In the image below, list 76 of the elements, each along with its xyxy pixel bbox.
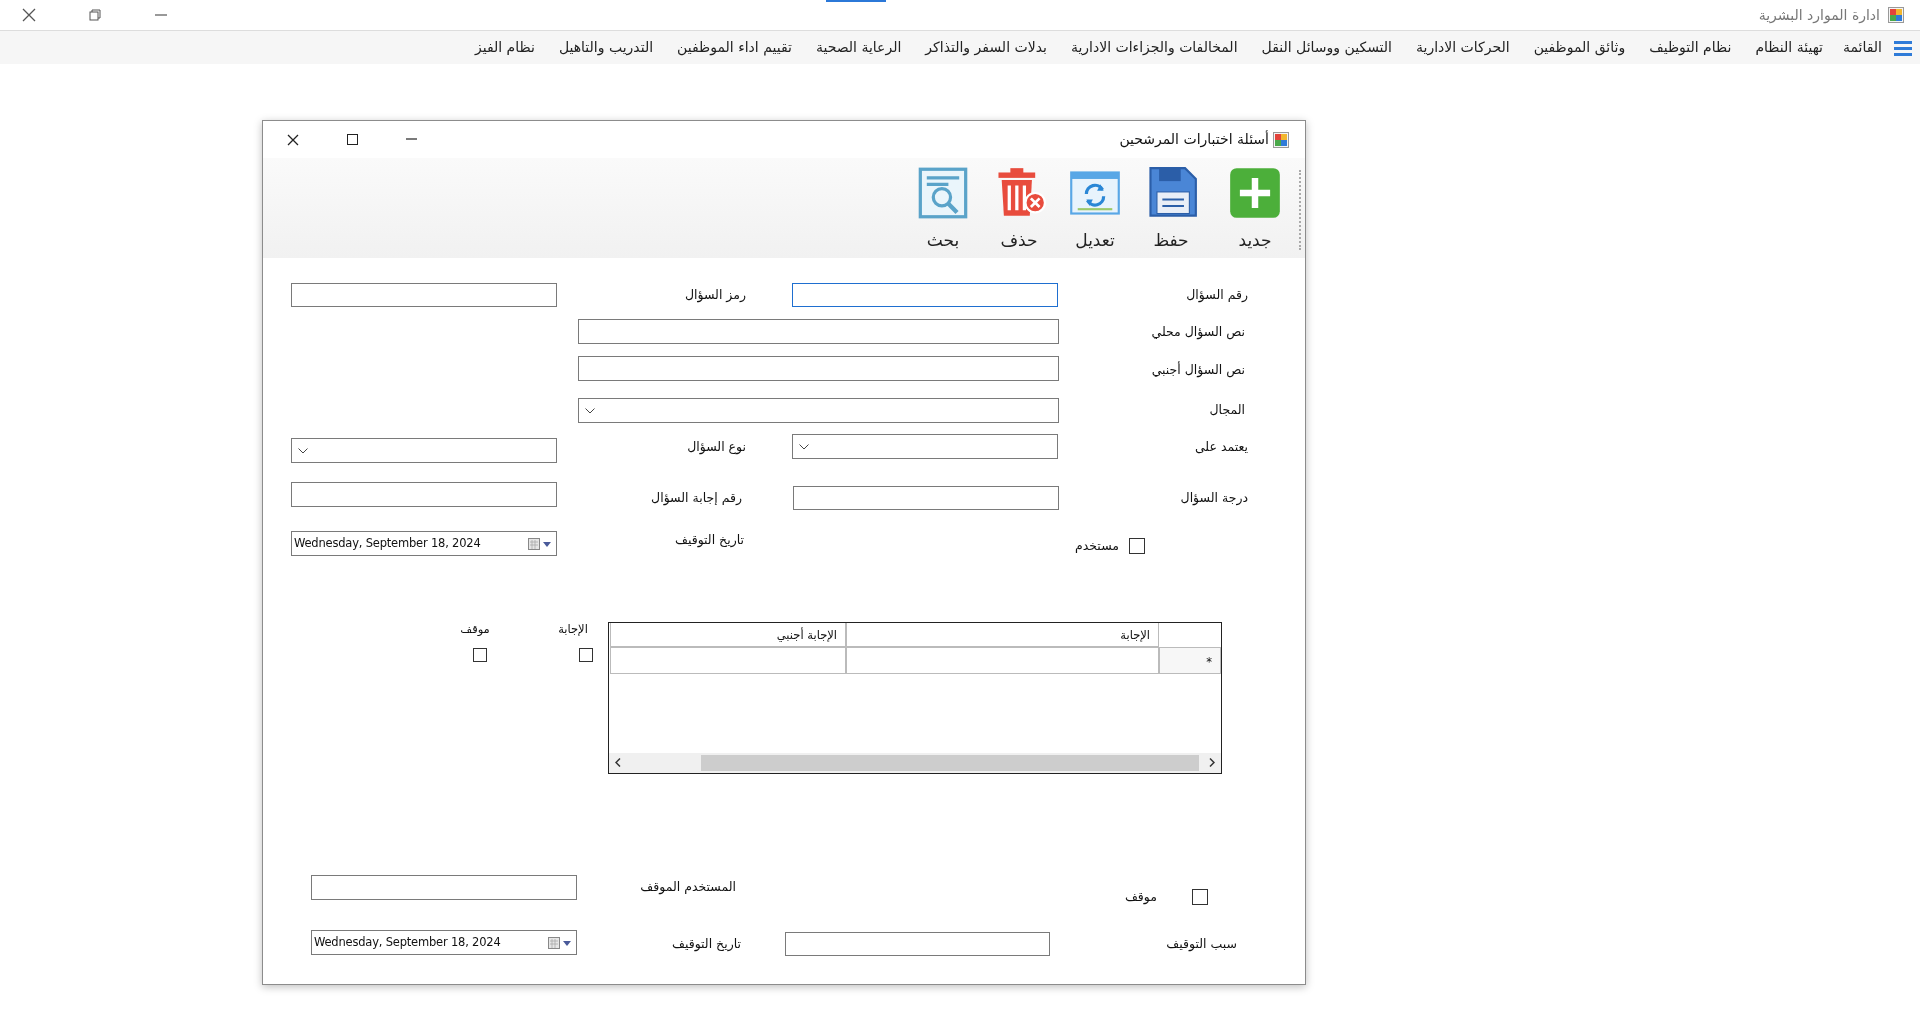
- menu-item[interactable]: بدلات السفر والتذاكر: [913, 37, 1059, 58]
- close-icon[interactable]: [287, 133, 299, 146]
- checkbox[interactable]: [579, 648, 593, 662]
- field-label: رقم السؤال: [1186, 286, 1248, 304]
- table-cell[interactable]: [846, 647, 1159, 674]
- column-header[interactable]: الإجابة: [846, 623, 1159, 647]
- window-title: أسئلة اختبارات المرشحين: [1119, 129, 1269, 150]
- dropdown-field[interactable]: [578, 398, 1059, 423]
- input-field[interactable]: [291, 482, 557, 507]
- date-picker[interactable]: Wednesday, September 18, 2024: [291, 531, 557, 556]
- column-label: الإجابة: [558, 621, 588, 638]
- menu-icon[interactable]: [1894, 38, 1912, 57]
- input-field[interactable]: [291, 283, 557, 307]
- field-label: موقف: [1124, 888, 1157, 906]
- toolbar-button[interactable]: حفظ: [1133, 166, 1209, 254]
- field-label: المستخدم الموقف: [640, 878, 736, 896]
- toolbar-button[interactable]: بحث: [905, 166, 981, 254]
- field-label: المجال: [1209, 401, 1245, 419]
- field-label: سبب التوقيف: [1166, 935, 1237, 953]
- data-grid[interactable]: الإجابة الإجابة أجنبي *: [608, 622, 1222, 774]
- field-label: تاريخ التوقيف: [674, 531, 744, 549]
- input-field[interactable]: [785, 932, 1050, 956]
- scroll-right-icon[interactable]: [1209, 758, 1215, 767]
- toolbar-button[interactable]: جديد: [1217, 166, 1293, 254]
- caret-icon[interactable]: [585, 407, 595, 414]
- field-label: تاريخ التوقيف: [671, 935, 741, 953]
- menu-item[interactable]: وثائق الموظفين: [1521, 37, 1638, 58]
- menu-item[interactable]: تهيئة النظام: [1743, 37, 1835, 58]
- caret-icon[interactable]: [298, 447, 308, 454]
- column-label: موقف: [460, 621, 490, 638]
- calendar-icon[interactable]: [528, 536, 552, 551]
- dropdown-field[interactable]: [792, 434, 1058, 459]
- maximize-icon[interactable]: [347, 134, 358, 145]
- field-label: نص السؤال أجنبي: [1151, 361, 1245, 379]
- checkbox[interactable]: [1192, 889, 1208, 905]
- dropdown-field[interactable]: [291, 438, 557, 463]
- toolbar-button[interactable]: حذف: [981, 166, 1057, 254]
- search-icon: [916, 166, 970, 220]
- field-label: رقم إجابة السؤال: [651, 489, 742, 507]
- menu-item[interactable]: التدريب والتاهيل: [546, 37, 666, 58]
- checkbox[interactable]: [1129, 538, 1145, 554]
- calendar-icon[interactable]: [548, 935, 572, 950]
- app-icon: [1273, 131, 1289, 148]
- toolbar-button[interactable]: تعديل: [1057, 166, 1133, 254]
- input-field[interactable]: [578, 319, 1059, 344]
- input-field[interactable]: [578, 356, 1059, 381]
- date-picker[interactable]: Wednesday, September 18, 2024: [311, 930, 577, 955]
- menu-item[interactable]: نظام التوظيف: [1637, 37, 1744, 58]
- menu-item[interactable]: الرعاية الصحية: [803, 37, 914, 58]
- table-cell[interactable]: [610, 647, 846, 674]
- row-header: *: [1159, 647, 1221, 674]
- menu-item[interactable]: نظام الفيز: [462, 37, 547, 58]
- input-field[interactable]: [792, 283, 1058, 307]
- scroll-left-icon[interactable]: [615, 758, 621, 767]
- field-label: رمز السؤال: [684, 286, 746, 304]
- caret-icon[interactable]: [799, 443, 809, 450]
- horizontal-scrollbar[interactable]: [609, 753, 1221, 773]
- field-label: مستخدم: [1075, 537, 1119, 555]
- app-title: ادارة الموارد البشرية: [1758, 5, 1880, 26]
- field-label: نوع السؤال: [687, 438, 746, 456]
- checkbox[interactable]: [473, 648, 487, 662]
- input-field[interactable]: [311, 875, 577, 900]
- menu-item[interactable]: تقييم اداء الموظفين: [665, 37, 804, 58]
- field-label: يعتمد على: [1194, 438, 1248, 456]
- field-label: درجة السؤال: [1180, 489, 1248, 507]
- menu-item[interactable]: المخالفات والجزاءات الادارية: [1058, 37, 1250, 58]
- close-icon[interactable]: [22, 8, 36, 22]
- restore-icon[interactable]: [89, 9, 101, 21]
- field-label: نص السؤال محلي: [1151, 323, 1245, 341]
- plus-icon: [1228, 166, 1282, 220]
- menu-item[interactable]: التسكين ووسائل النقل: [1249, 37, 1404, 58]
- menu-item[interactable]: القائمة: [1835, 37, 1890, 58]
- column-header[interactable]: الإجابة أجنبي: [610, 623, 846, 647]
- app-icon: [1888, 7, 1904, 23]
- input-field[interactable]: [793, 486, 1059, 510]
- menu-item[interactable]: الحركات الادارية: [1404, 37, 1522, 58]
